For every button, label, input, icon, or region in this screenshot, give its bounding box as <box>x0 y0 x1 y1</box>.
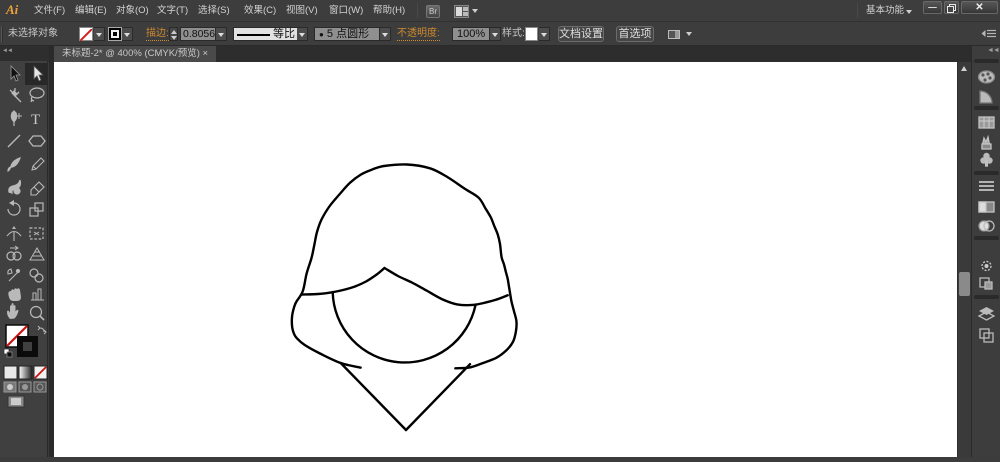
svg-text:T: T <box>31 112 40 128</box>
